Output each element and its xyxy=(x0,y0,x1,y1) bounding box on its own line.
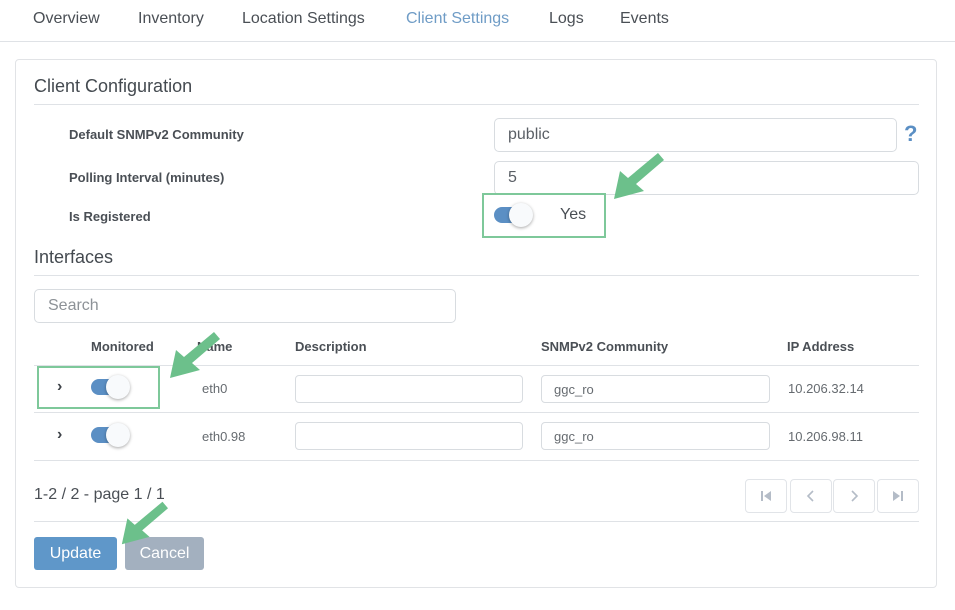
update-button[interactable]: Update xyxy=(34,537,117,570)
column-monitored: Monitored xyxy=(91,339,154,354)
tab-client-settings[interactable]: Client Settings xyxy=(406,10,509,28)
expand-row-chevron-icon[interactable]: › xyxy=(57,378,62,396)
description-input[interactable] xyxy=(295,375,523,403)
interfaces-search-input[interactable] xyxy=(34,289,456,323)
tab-logs[interactable]: Logs xyxy=(549,10,584,28)
description-input[interactable] xyxy=(295,422,523,450)
is-registered-toggle[interactable] xyxy=(494,203,534,227)
interfaces-heading: Interfaces xyxy=(34,247,114,267)
tab-bar: Overview Inventory Location Settings Cli… xyxy=(0,0,955,42)
pagination-info: 1-2 / 2 - page 1 / 1 xyxy=(34,486,165,503)
interface-name: eth0.98 xyxy=(202,429,246,444)
interface-name: eth0 xyxy=(202,381,228,396)
ip-address: 10.206.32.14 xyxy=(788,381,864,396)
toggle-knob xyxy=(106,423,130,447)
help-icon[interactable]: ? xyxy=(904,121,917,147)
is-registered-value: Yes xyxy=(560,206,587,223)
last-page-button[interactable] xyxy=(877,479,919,513)
next-page-icon xyxy=(851,490,859,502)
is-registered-label: Is Registered xyxy=(69,209,151,224)
expand-row-chevron-icon[interactable]: › xyxy=(57,426,62,444)
toggle-knob xyxy=(106,375,130,399)
column-snmp-community: SNMPv2 Community xyxy=(541,339,669,354)
default-community-input[interactable] xyxy=(494,118,897,152)
community-input[interactable] xyxy=(541,375,770,403)
tab-overview[interactable]: Overview xyxy=(33,10,100,28)
section-divider xyxy=(34,104,919,105)
polling-interval-label: Polling Interval (minutes) xyxy=(69,170,225,185)
tab-events[interactable]: Events xyxy=(620,10,669,28)
prev-page-icon xyxy=(806,490,814,502)
tab-inventory[interactable]: Inventory xyxy=(138,10,204,28)
row-divider xyxy=(34,412,919,413)
tab-location-settings[interactable]: Location Settings xyxy=(242,10,365,28)
prev-page-button[interactable] xyxy=(790,479,832,513)
pager-divider xyxy=(34,521,919,522)
first-page-icon xyxy=(761,491,771,501)
toggle-knob xyxy=(509,203,533,227)
polling-interval-input[interactable] xyxy=(494,161,919,195)
cancel-button[interactable]: Cancel xyxy=(125,537,204,570)
community-input[interactable] xyxy=(541,422,770,450)
section-divider xyxy=(34,275,919,276)
ip-address: 10.206.98.11 xyxy=(788,429,863,444)
default-community-label: Default SNMPv2 Community xyxy=(69,127,244,142)
monitored-toggle[interactable] xyxy=(91,423,131,447)
last-page-icon xyxy=(893,491,903,501)
column-ip-address: IP Address xyxy=(787,339,855,354)
first-page-button[interactable] xyxy=(745,479,787,513)
column-description: Description xyxy=(295,339,367,354)
client-configuration-heading: Client Configuration xyxy=(34,76,193,96)
column-name: Name xyxy=(197,339,233,354)
row-divider xyxy=(34,460,919,461)
next-page-button[interactable] xyxy=(833,479,875,513)
table-header-divider xyxy=(34,365,919,366)
monitored-toggle[interactable] xyxy=(91,375,131,399)
